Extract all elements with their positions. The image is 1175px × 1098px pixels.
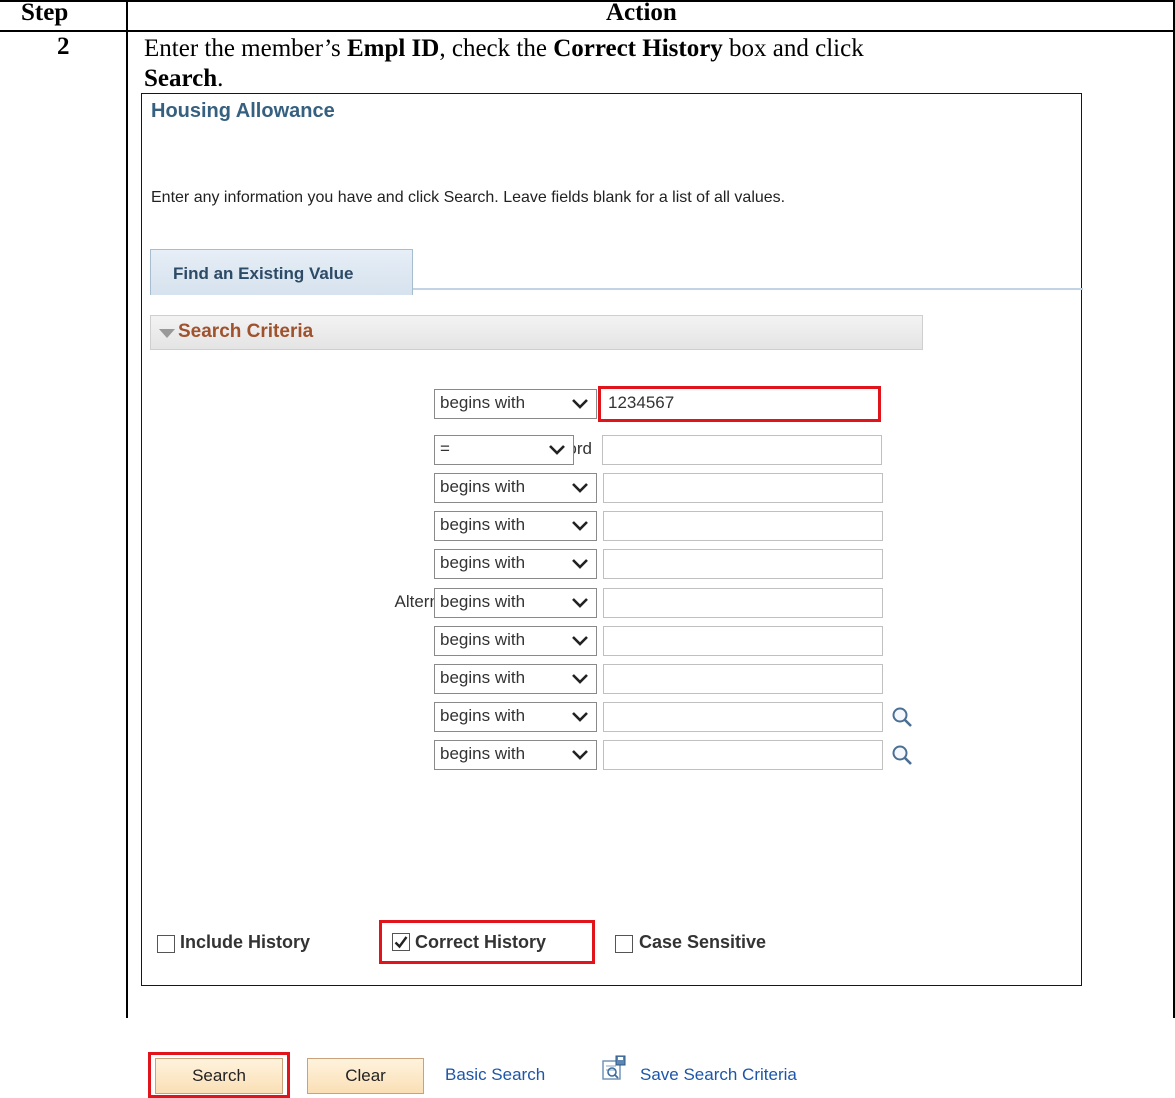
triangle-down-icon	[159, 329, 175, 338]
search-button[interactable]: Search	[155, 1058, 283, 1094]
magnifier-icon[interactable]	[890, 743, 914, 767]
operator-select[interactable]: begins with	[434, 588, 597, 618]
chevron-down-icon	[572, 750, 588, 760]
column-header-action: Action	[606, 0, 677, 26]
operator-value: begins with	[440, 592, 526, 611]
chevron-down-icon	[572, 674, 588, 684]
chevron-down-icon	[549, 445, 565, 455]
column-header-step: Step	[21, 0, 69, 26]
step-number: 2	[57, 33, 70, 60]
search-field-row: Middle Namebegins with	[142, 626, 1082, 656]
field-value-input[interactable]	[603, 473, 883, 503]
field-value-input[interactable]	[602, 435, 882, 465]
chevron-down-icon	[572, 559, 588, 569]
field-value-input[interactable]	[603, 588, 883, 618]
operator-select[interactable]: begins with	[434, 549, 597, 579]
table-header-divider	[0, 30, 1175, 32]
operator-value: begins with	[440, 515, 526, 534]
operator-value: begins with	[440, 630, 526, 649]
operator-value: begins with	[440, 706, 526, 725]
search-field-row: Namebegins with	[142, 473, 1082, 503]
tab-find-existing-value[interactable]: Find an Existing Value	[150, 249, 413, 295]
chevron-down-icon	[572, 712, 588, 722]
operator-select[interactable]: =	[434, 435, 574, 465]
table-top-border	[0, 0, 1175, 2]
correct-history-label: Correct History	[415, 932, 547, 952]
search-field-row: Empl IDbegins with1234567	[142, 386, 1082, 422]
search-field-row: Second Last Namebegins with	[142, 549, 1082, 579]
field-value-input[interactable]: 1234567	[598, 386, 881, 422]
operator-value: =	[440, 439, 450, 458]
field-value-input[interactable]	[603, 740, 883, 770]
chevron-down-icon	[572, 636, 588, 646]
chevron-down-icon	[572, 521, 588, 531]
operator-select[interactable]: begins with	[434, 389, 597, 419]
field-value-input[interactable]	[603, 702, 883, 732]
search-criteria-header[interactable]: Search Criteria	[150, 315, 923, 350]
page-title: Housing Allowance	[151, 100, 335, 122]
field-value-input[interactable]	[603, 626, 883, 656]
operator-select[interactable]: begins with	[434, 702, 597, 732]
operator-select[interactable]: begins with	[434, 511, 597, 541]
operator-select[interactable]: begins with	[434, 473, 597, 503]
search-field-row: Alternate Character Namebegins with	[142, 588, 1082, 618]
operator-value: begins with	[440, 744, 526, 763]
operator-select[interactable]: begins with	[434, 740, 597, 770]
basic-search-link[interactable]: Basic Search	[445, 1065, 545, 1085]
table-column-divider	[126, 0, 128, 1018]
chevron-down-icon	[572, 399, 588, 409]
step-instruction: Enter the member’s Empl ID, check the Co…	[144, 35, 864, 92]
case-sensitive-checkbox[interactable]	[615, 935, 633, 953]
search-field-row: Last Namebegins with	[142, 511, 1082, 541]
housing-allowance-screenshot: Housing Allowance Enter any information …	[141, 93, 1083, 1098]
magnifier-icon[interactable]	[890, 705, 914, 729]
chevron-down-icon	[572, 483, 588, 493]
operator-value: begins with	[440, 477, 526, 496]
include-history-label: Include History	[180, 932, 311, 952]
operator-value: begins with	[440, 393, 526, 412]
search-field-row: Departmentbegins with	[142, 740, 1082, 770]
field-value-input[interactable]	[603, 511, 883, 541]
checkmark-icon	[394, 936, 408, 949]
operator-value: begins with	[440, 668, 526, 687]
operator-value: begins with	[440, 553, 526, 572]
include-history-checkbox[interactable]	[157, 935, 175, 953]
case-sensitive-label: Case Sensitive	[639, 932, 767, 952]
chevron-down-icon	[572, 598, 588, 608]
search-field-row: Business Unitbegins with	[142, 664, 1082, 694]
help-text: Enter any information you have and click…	[151, 189, 786, 206]
section-title: Search Criteria	[178, 321, 314, 342]
save-search-criteria-link[interactable]: Save Search Criteria	[640, 1065, 797, 1085]
clear-button[interactable]: Clear	[307, 1058, 424, 1094]
field-value-input[interactable]	[603, 664, 883, 694]
field-value: 1234567	[608, 393, 675, 412]
search-field-row: Empl Record=	[142, 435, 1082, 465]
field-value-input[interactable]	[603, 549, 883, 579]
tab-underline	[413, 288, 1083, 290]
save-search-icon[interactable]	[601, 1055, 627, 1081]
operator-select[interactable]: begins with	[434, 664, 597, 694]
correct-history-checkbox[interactable]	[392, 933, 410, 951]
operator-select[interactable]: begins with	[434, 626, 597, 656]
search-field-row: Department Set IDbegins with	[142, 702, 1082, 732]
